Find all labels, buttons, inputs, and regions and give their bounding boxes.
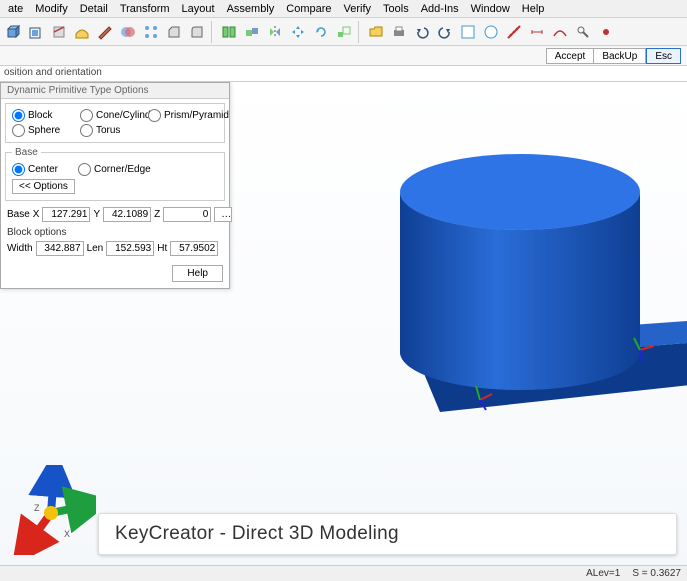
y-label: Y: [93, 209, 100, 220]
tool-surface-icon[interactable]: [71, 21, 93, 43]
tool-fillet-icon[interactable]: [186, 21, 208, 43]
base-z-input[interactable]: [163, 207, 211, 222]
base-legend: Base: [12, 147, 41, 158]
height-input[interactable]: [170, 241, 218, 256]
radio-corner[interactable]: Corner/Edge: [78, 162, 151, 177]
menu-addins[interactable]: Add-Ins: [415, 3, 465, 15]
tool-move-icon[interactable]: [287, 21, 309, 43]
backup-button[interactable]: BackUp: [594, 48, 646, 64]
tool-rotate-icon[interactable]: [310, 21, 332, 43]
options-toggle-button[interactable]: << Options: [12, 179, 75, 194]
status-scale: S = 0.3627: [632, 568, 681, 579]
radio-center[interactable]: Center: [12, 162, 58, 177]
caption-banner: KeyCreator - Direct 3D Modeling: [98, 513, 677, 555]
width-input[interactable]: [36, 241, 84, 256]
menu-bar: ate Modify Detail Transform Layout Assem…: [0, 0, 687, 18]
block-options-label: Block options: [7, 227, 223, 238]
status-alev: ALev=1: [586, 568, 620, 579]
main-toolbar: [0, 18, 687, 46]
panel-title: Dynamic Primitive Type Options: [1, 83, 229, 99]
radio-prism[interactable]: Prism/Pyramid: [148, 108, 216, 123]
toolbar-separator: [358, 21, 362, 43]
tool-trim-icon[interactable]: [48, 21, 70, 43]
accept-button[interactable]: Accept: [546, 48, 595, 64]
tool-wedge-icon[interactable]: [94, 21, 116, 43]
length-input[interactable]: [106, 241, 154, 256]
base-x-input[interactable]: [42, 207, 90, 222]
radio-cone[interactable]: Cone/Cylinder: [80, 108, 148, 123]
base-pick-button[interactable]: …: [214, 207, 232, 222]
block-dim-row: Width Len Ht: [7, 241, 223, 256]
height-label: Ht: [157, 243, 167, 254]
esc-button[interactable]: Esc: [646, 48, 681, 64]
radio-block[interactable]: Block: [12, 108, 80, 123]
z-label: Z: [154, 209, 160, 220]
tool-measure-icon[interactable]: [503, 21, 525, 43]
menu-assembly[interactable]: Assembly: [221, 3, 281, 15]
tool-flip-icon[interactable]: [264, 21, 286, 43]
help-button[interactable]: Help: [172, 265, 223, 282]
base-group: Base Center Corner/Edge << Options: [5, 147, 225, 201]
svg-text:Z: Z: [34, 503, 40, 513]
tool-shell-icon[interactable]: [25, 21, 47, 43]
tool-curve-icon[interactable]: [549, 21, 571, 43]
base-label: Base: [7, 209, 30, 220]
base-coord-row: Base X Y Z …: [7, 205, 223, 224]
svg-text:X: X: [64, 529, 70, 539]
tool-cube-icon[interactable]: [2, 21, 24, 43]
viewport[interactable]: Dynamic Primitive Type Options Block Con…: [0, 82, 687, 565]
tool-pattern-icon[interactable]: [140, 21, 162, 43]
primitive-options-panel: Dynamic Primitive Type Options Block Con…: [0, 82, 230, 289]
tool-print-icon[interactable]: [388, 21, 410, 43]
tool-chamfer-icon[interactable]: [163, 21, 185, 43]
width-label: Width: [7, 243, 33, 254]
tool-dot-icon[interactable]: [595, 21, 617, 43]
toolbar-separator: [211, 21, 215, 43]
radio-sphere[interactable]: Sphere: [12, 123, 80, 138]
tool-align-icon[interactable]: [218, 21, 240, 43]
tool-undo-icon[interactable]: [411, 21, 433, 43]
menu-help[interactable]: Help: [516, 3, 551, 15]
menu-create[interactable]: ate: [2, 3, 29, 15]
tool-folder-icon[interactable]: [365, 21, 387, 43]
menu-layout[interactable]: Layout: [176, 3, 221, 15]
coordinate-system-icon: X Z: [6, 465, 96, 555]
tool-redo-icon[interactable]: [434, 21, 456, 43]
menu-detail[interactable]: Detail: [74, 3, 114, 15]
menu-modify[interactable]: Modify: [29, 3, 73, 15]
tool-mate-icon[interactable]: [241, 21, 263, 43]
tool-dim-icon[interactable]: [526, 21, 548, 43]
length-label: Len: [87, 243, 104, 254]
action-bar: Accept BackUp Esc: [0, 46, 687, 66]
menu-transform[interactable]: Transform: [114, 3, 176, 15]
menu-verify[interactable]: Verify: [338, 3, 378, 15]
tool-view2-icon[interactable]: [480, 21, 502, 43]
menu-window[interactable]: Window: [465, 3, 516, 15]
radio-torus[interactable]: Torus: [80, 123, 148, 138]
tool-tools-icon[interactable]: [572, 21, 594, 43]
prompt-bar: osition and orientation: [0, 66, 687, 82]
tool-scale-icon[interactable]: [333, 21, 355, 43]
base-y-input[interactable]: [103, 207, 151, 222]
shape-group: Block Cone/Cylinder Prism/Pyramid Sphere…: [5, 103, 225, 143]
tool-view1-icon[interactable]: [457, 21, 479, 43]
menu-compare[interactable]: Compare: [280, 3, 337, 15]
menu-tools[interactable]: Tools: [377, 3, 415, 15]
x-label: X: [33, 209, 40, 220]
status-bar: ALev=1 S = 0.3627: [0, 565, 687, 581]
tool-boolean-icon[interactable]: [117, 21, 139, 43]
